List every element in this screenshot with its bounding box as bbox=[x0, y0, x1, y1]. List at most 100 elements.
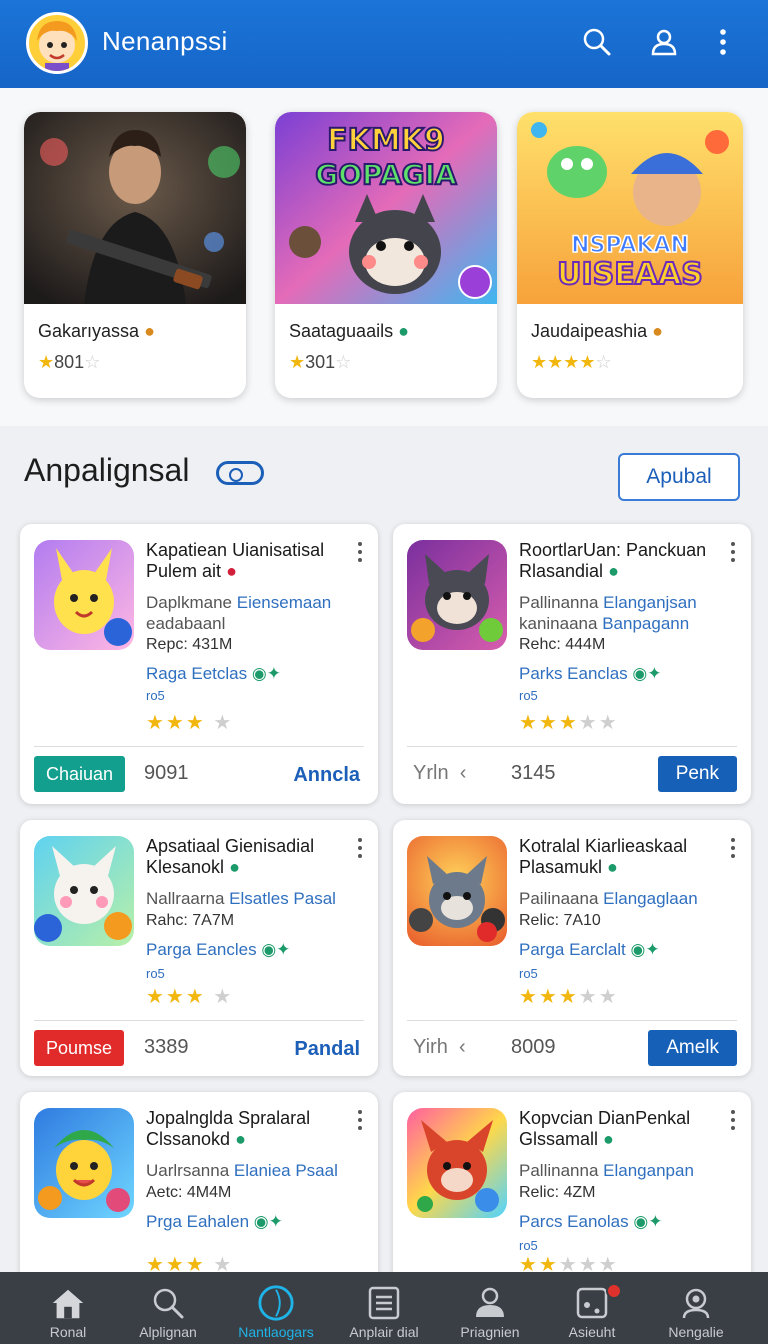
discover-icon bbox=[257, 1284, 295, 1322]
settings-icon bbox=[677, 1284, 715, 1322]
featured-title: Jaudaipeashia ● bbox=[531, 321, 663, 341]
app-count: 3145 bbox=[511, 762, 556, 784]
app-description: Uarlrsanna Elaniea Psaal bbox=[146, 1161, 338, 1180]
app-card[interactable]: RoortlarUan: Panckuan Rlasandial ● Pallin… bbox=[393, 524, 751, 804]
nav-item-list[interactable]: Anplair dial bbox=[330, 1272, 438, 1344]
app-title: Kotralal Kiarlieaskaal Plasamukl ● bbox=[519, 836, 688, 877]
more-options-icon[interactable] bbox=[356, 838, 364, 858]
app-action-link[interactable]: Pandal bbox=[294, 1038, 360, 1061]
divider bbox=[34, 746, 364, 747]
app-icon bbox=[407, 836, 507, 946]
featured-thumbnail: NSPAKAN UISEAAS bbox=[517, 112, 743, 304]
app-title: RoortlarUan: Panckuan Rlasandial ● bbox=[519, 540, 707, 581]
app-description: Pailinaana Elangaglaan bbox=[519, 889, 698, 908]
app-card[interactable]: Kapatiean Uianisatisal Pulem ait ● Daplkm… bbox=[20, 524, 378, 804]
app-count: 9091 bbox=[144, 762, 189, 784]
app-size: Rahc: 7A7M bbox=[146, 912, 235, 929]
nav-item-settings[interactable]: Nengalie bbox=[642, 1272, 750, 1344]
home-icon bbox=[49, 1284, 87, 1322]
app-description: Daplkmane Eiensemaan eadabaanl bbox=[146, 593, 332, 633]
app-action-button[interactable]: Amelk bbox=[648, 1030, 737, 1066]
bottom-navigation: Ronal Alplignan Nantlaogars Anplair dial… bbox=[0, 1272, 768, 1344]
featured-rating: ★301☆ bbox=[289, 352, 352, 372]
app-title: Kopvcian DianPenkal Glssamall ● bbox=[519, 1108, 691, 1149]
status-badge[interactable]: Poumse bbox=[34, 1030, 125, 1066]
app-category: Parks Eanclas ◉✦ bbox=[519, 664, 662, 683]
more-options-icon[interactable] bbox=[729, 1110, 737, 1130]
app-subtag: ro5 bbox=[519, 1238, 538, 1253]
app-subtag: ro5 bbox=[146, 966, 165, 981]
nav-item-search[interactable]: Alplignan bbox=[114, 1272, 222, 1344]
app-rating-stars: ★★★ ★ bbox=[146, 986, 234, 1008]
app-icon bbox=[34, 540, 134, 650]
app-action-button[interactable]: Penk bbox=[657, 756, 737, 792]
status-badge[interactable]: Chaiuan bbox=[34, 756, 126, 792]
app-description: Pallinanna Elanganpan bbox=[519, 1161, 694, 1180]
thumb-text: NSPAKAN bbox=[571, 233, 689, 258]
app-category: Prga Eahalen ◉✦ bbox=[146, 1212, 283, 1231]
list-icon bbox=[365, 1284, 403, 1322]
app-meta-text: Yrln ‹ bbox=[413, 762, 467, 784]
nav-item-home[interactable]: Ronal bbox=[14, 1272, 122, 1344]
app-icon bbox=[407, 1108, 507, 1218]
app-card[interactable]: Kotralal Kiarlieaskaal Plasamukl ● Pailin… bbox=[393, 820, 751, 1076]
app-logo[interactable] bbox=[26, 12, 88, 74]
notification-badge bbox=[606, 1283, 622, 1299]
app-count: 8009 bbox=[511, 1036, 556, 1058]
search-icon bbox=[149, 1284, 187, 1322]
more-options-icon[interactable] bbox=[356, 1110, 364, 1130]
app-description: Nallraarna Elsatles Pasal bbox=[146, 889, 336, 908]
app-action-link[interactable]: Anncla bbox=[293, 764, 360, 787]
app-meta-text: Yirh ‹ bbox=[413, 1036, 466, 1058]
app-header: Nenanpssi bbox=[0, 0, 768, 88]
app-icon bbox=[34, 1108, 134, 1218]
app-icon bbox=[407, 540, 507, 650]
app-category: Parga Eancles ◉✦ bbox=[146, 940, 291, 959]
featured-thumbnail: FKMK9 GOPAGIA bbox=[275, 112, 497, 304]
app-size: Repc: 431M bbox=[146, 636, 233, 653]
featured-rating: ★★★★☆ bbox=[531, 352, 612, 372]
featured-rating: ★801☆ bbox=[38, 352, 101, 372]
divider bbox=[407, 1020, 737, 1021]
app-subtag: ro5 bbox=[146, 688, 165, 703]
app-icon bbox=[34, 836, 134, 946]
thumb-text: FKMK9 bbox=[327, 123, 445, 158]
more-vertical-icon[interactable] bbox=[703, 22, 743, 62]
app-subtag: ro5 bbox=[519, 688, 538, 703]
app-description: Pallinanna Elanganjsan kaninaana Banpagan… bbox=[519, 593, 697, 633]
more-options-icon[interactable] bbox=[729, 542, 737, 562]
featured-card[interactable]: Gakarıyassa ● ★801☆ bbox=[24, 112, 246, 398]
app-card[interactable]: Apsatiaal Gienisadial Klesanokl ● Nallraa… bbox=[20, 820, 378, 1076]
nav-item-discover[interactable]: Nantlaogars bbox=[222, 1272, 330, 1344]
app-category: Parga Earclalt ◉✦ bbox=[519, 940, 660, 959]
app-count: 3389 bbox=[144, 1036, 189, 1058]
app-subtag: ro5 bbox=[519, 966, 538, 981]
app-card[interactable]: Kopvcian DianPenkal Glssamall ● Pallinann… bbox=[393, 1092, 751, 1292]
app-rating-stars: ★★★★★ bbox=[519, 712, 619, 734]
search-icon[interactable] bbox=[577, 22, 617, 62]
featured-card[interactable]: FKMK9 GOPAGIA Saataguaails ● ★301☆ bbox=[275, 112, 497, 398]
more-options-icon[interactable] bbox=[356, 542, 364, 562]
user-icon[interactable] bbox=[644, 22, 684, 62]
app-rating-stars: ★★★ ★ bbox=[146, 712, 234, 734]
app-category: Raga Eetclas ◉✦ bbox=[146, 664, 281, 683]
app-rating-stars: ★★★★★ bbox=[519, 986, 619, 1008]
featured-title: Gakarıyassa ● bbox=[38, 321, 155, 341]
view-toggle[interactable] bbox=[216, 461, 264, 485]
divider bbox=[34, 1020, 364, 1021]
app-title: Nenanpssi bbox=[102, 26, 228, 56]
profile-icon bbox=[471, 1284, 509, 1322]
section-action-button[interactable]: Apubal bbox=[618, 453, 740, 501]
nav-item-notifications[interactable]: Asieuht bbox=[538, 1272, 646, 1344]
app-title: Kapatiean Uianisatisal Pulem ait ● bbox=[146, 540, 325, 581]
divider bbox=[407, 746, 737, 747]
featured-card[interactable]: NSPAKAN UISEAAS Jaudaipeashia ● ★★★★☆ bbox=[517, 112, 743, 398]
app-size: Aetc: 4M4M bbox=[146, 1184, 232, 1201]
app-size: Rehc: 444M bbox=[519, 636, 606, 653]
app-size: Relic: 4ZM bbox=[519, 1184, 596, 1201]
app-title: Apsatiaal Gienisadial Klesanokl ● bbox=[146, 836, 315, 877]
nav-item-profile[interactable]: Priagnien bbox=[436, 1272, 544, 1344]
app-category: Parcs Eanolas ◉✦ bbox=[519, 1212, 663, 1231]
more-options-icon[interactable] bbox=[729, 838, 737, 858]
app-card[interactable]: Jopalnglda Spralaral Clssanokd ● Uarlrsan… bbox=[20, 1092, 378, 1292]
